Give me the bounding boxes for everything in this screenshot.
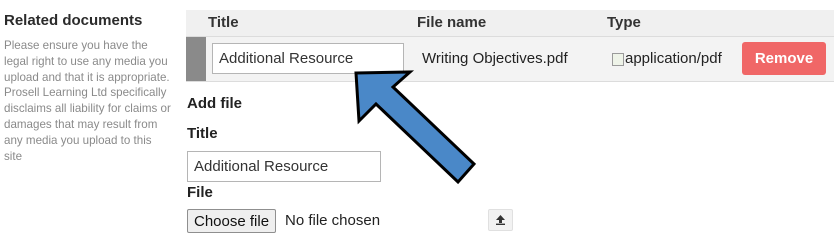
sidebar-title: Related documents — [4, 12, 143, 29]
documents-table: Title File name Type Writing Objectives.… — [186, 10, 834, 82]
upload-button[interactable] — [488, 209, 513, 231]
sidebar-description: Please ensure you have the legal right t… — [4, 39, 171, 163]
header-type: Type — [607, 14, 641, 31]
new-title-input[interactable] — [187, 151, 381, 182]
row-file-name: Writing Objectives.pdf — [422, 50, 568, 67]
header-title: Title — [208, 14, 239, 31]
choose-file-button[interactable]: Choose file — [187, 209, 277, 233]
row-type: application/pdf — [612, 50, 722, 67]
drag-handle[interactable] — [186, 37, 206, 81]
no-file-text: No file chosen — [285, 212, 381, 229]
remove-button[interactable]: Remove — [742, 42, 826, 75]
row-type-alt: application/pdf — [625, 50, 722, 67]
row-title-input[interactable] — [212, 43, 404, 74]
table-header: Title File name Type — [186, 10, 834, 37]
broken-image-icon — [612, 53, 624, 66]
title-label: Title — [187, 125, 218, 142]
upload-icon — [496, 215, 505, 225]
file-label: File — [187, 184, 213, 201]
table-row: Writing Objectives.pdf application/pdf R… — [186, 37, 834, 82]
header-file-name: File name — [417, 14, 487, 31]
add-file-heading: Add file — [187, 95, 242, 112]
sidebar: Related documents Please ensure you have… — [4, 12, 172, 164]
